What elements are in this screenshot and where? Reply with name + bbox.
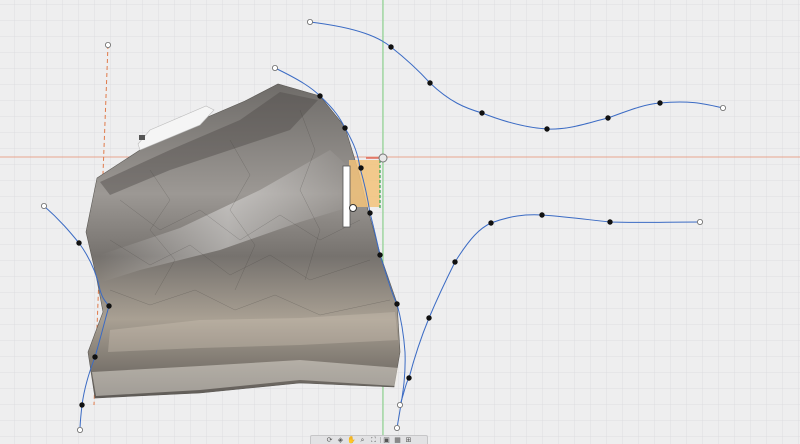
endpoint-handle[interactable] (41, 202, 48, 209)
control-point[interactable] (427, 80, 433, 86)
endpoint-handle[interactable] (306, 18, 313, 25)
grid-settings-icon[interactable]: ▦ (393, 436, 403, 444)
endpoint-handle[interactable] (396, 401, 403, 408)
control-point[interactable] (544, 126, 550, 132)
control-point[interactable] (657, 100, 663, 106)
control-point[interactable] (488, 220, 494, 226)
orbit-icon[interactable]: ⟳ (325, 436, 335, 444)
viewports-icon[interactable]: ⊞ (404, 436, 414, 444)
control-point[interactable] (394, 301, 400, 307)
control-point[interactable] (377, 252, 383, 258)
look-at-icon[interactable]: ◈ (336, 436, 346, 444)
control-point[interactable] (342, 125, 348, 131)
zoom-icon[interactable]: ⌕ (358, 436, 368, 444)
control-point[interactable] (452, 259, 458, 265)
control-point[interactable] (106, 303, 112, 309)
control-point[interactable] (605, 115, 611, 121)
manipulator-move-handle[interactable] (349, 204, 357, 212)
control-point[interactable] (479, 110, 485, 116)
control-point[interactable] (79, 402, 85, 408)
control-point[interactable] (76, 240, 82, 246)
control-point[interactable] (317, 93, 323, 99)
endpoint-handle[interactable] (77, 426, 84, 433)
control-point[interactable] (607, 219, 613, 225)
endpoint-handle[interactable] (697, 218, 704, 225)
fit-icon[interactable]: ⛶ (369, 436, 379, 444)
control-point[interactable] (367, 210, 373, 216)
endpoint-handle[interactable] (271, 65, 278, 72)
toolbar-divider (379, 437, 381, 443)
endpoint-handle[interactable] (720, 105, 727, 112)
manipulator-origin[interactable] (378, 153, 388, 163)
control-point[interactable] (426, 315, 432, 321)
control-point[interactable] (388, 44, 394, 50)
endpoint-handle[interactable] (105, 42, 112, 49)
viewport-canvas[interactable] (0, 0, 800, 444)
control-point[interactable] (358, 165, 364, 171)
control-point[interactable] (539, 212, 545, 218)
display-settings-icon[interactable]: ▣ (382, 436, 392, 444)
control-point[interactable] (406, 375, 412, 381)
manipulator-slider[interactable] (342, 165, 351, 228)
navigation-toolbar: ⟳ ◈ ✋ ⌕ ⛶ ▣ ▦ ⊞ (310, 435, 428, 444)
endpoint-handle[interactable] (393, 424, 400, 431)
pan-icon[interactable]: ✋ (347, 436, 357, 444)
control-point[interactable] (92, 354, 98, 360)
